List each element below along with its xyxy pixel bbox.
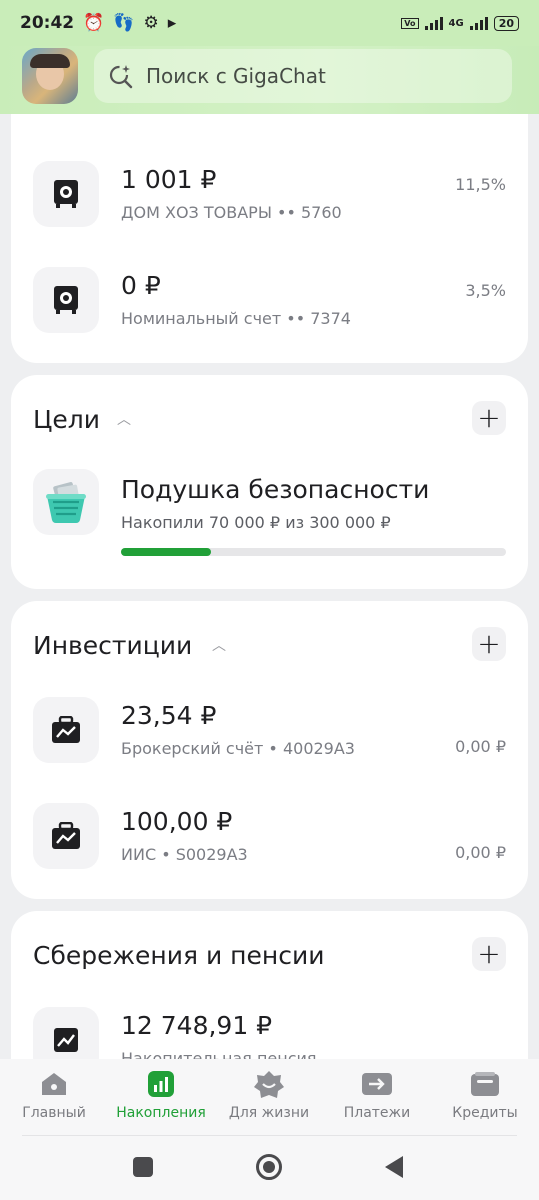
account-rate: 11,5%: [455, 175, 506, 194]
safe-icon: [33, 161, 99, 227]
add-goal-button[interactable]: +: [472, 401, 506, 435]
savings-title[interactable]: Сбережения и пенсии: [33, 941, 325, 970]
divider: [22, 1135, 517, 1136]
account-amount: 1 001 ₽: [121, 165, 217, 194]
savings-content[interactable]: 1 001 ₽ ДОМ ХОЗ ТОВАРЫ •• 5760 11,5% 0 ₽…: [0, 114, 539, 1059]
steps-icon: 👣: [113, 13, 135, 33]
tab-for-life[interactable]: Для жизни: [215, 1069, 323, 1121]
payments-arrow-icon: [360, 1069, 394, 1099]
gigachat-search-icon: [109, 65, 133, 89]
tab-label: Платежи: [343, 1105, 411, 1121]
goals-title[interactable]: Цели: [33, 405, 100, 434]
account-name: ДОМ ХОЗ ТОВАРЫ •• 5760: [121, 203, 342, 222]
tab-payments[interactable]: Платежи: [323, 1069, 431, 1121]
volte-icon: Vo: [401, 17, 419, 29]
system-nav-bar: [0, 1135, 539, 1200]
pension-row[interactable]: 12 748,91 ₽ Накопительная пенсия: [33, 1007, 506, 1059]
safe-icon: [33, 267, 99, 333]
tab-main[interactable]: Главный: [0, 1069, 108, 1121]
account-amount: 0 ₽: [121, 271, 161, 300]
tab-label: Для жизни: [228, 1105, 310, 1121]
tab-label: Накопления: [116, 1105, 206, 1121]
back-button[interactable]: [385, 1156, 403, 1178]
account-name: Номинальный счет •• 7374: [121, 309, 351, 328]
goal-name: Подушка безопасности: [121, 475, 430, 504]
tab-savings[interactable]: Накопления: [107, 1069, 215, 1121]
tab-label: Главный: [22, 1105, 86, 1121]
chart-square-icon: [33, 1007, 99, 1059]
tab-credits[interactable]: Кредиты: [431, 1069, 539, 1121]
investment-change: 0,00 ₽: [455, 737, 506, 756]
alarm-icon: ⏰: [83, 13, 105, 33]
investment-amount: 100,00 ₽: [121, 807, 233, 836]
wallet-icon: [468, 1069, 502, 1099]
investment-amount: 23,54 ₽: [121, 701, 217, 730]
battery-icon: 20: [493, 15, 519, 31]
avatar[interactable]: [22, 48, 78, 104]
investments-title[interactable]: Инвестиции: [33, 631, 192, 660]
briefcase-chart-icon: [33, 803, 99, 869]
home-icon: [37, 1069, 71, 1099]
recents-button[interactable]: [133, 1157, 153, 1177]
search-placeholder: Поиск с GigaChat: [146, 64, 326, 88]
investment-change: 0,00 ₽: [455, 843, 506, 862]
add-savings-button[interactable]: +: [472, 937, 506, 971]
flower-smile-icon: [252, 1069, 286, 1099]
briefcase-chart-icon: [33, 697, 99, 763]
investments-card: Инвестиции ︿ + 23,54 ₽ Брокерский счёт •…: [11, 601, 528, 899]
savings-pensions-card: Сбережения и пенсии + 12 748,91 ₽ Накопи…: [11, 911, 528, 1059]
home-button[interactable]: [256, 1154, 282, 1180]
account-row[interactable]: 1 001 ₽ ДОМ ХОЗ ТОВАРЫ •• 5760 11,5%: [33, 161, 506, 231]
account-row[interactable]: 0 ₽ Номинальный счет •• 7374 3,5%: [33, 267, 506, 337]
header: Поиск с GigaChat: [0, 46, 539, 114]
home-button-dot: [263, 1161, 275, 1173]
pension-name: Накопительная пенсия: [121, 1049, 317, 1059]
play-icon: ▸: [167, 13, 177, 33]
signal-icon: [424, 16, 443, 30]
account-rate: 3,5%: [465, 281, 506, 300]
chevron-up-icon[interactable]: ︿: [117, 409, 131, 429]
goal-row[interactable]: Подушка безопасности Накопили 70 000 ₽ и…: [33, 469, 506, 559]
signal-icon-2: [469, 16, 488, 30]
search-input[interactable]: Поиск с GigaChat: [94, 49, 512, 103]
goal-progress-bar: [121, 548, 506, 556]
pension-amount: 12 748,91 ₽: [121, 1011, 273, 1040]
network-type: 4G: [448, 17, 464, 29]
goals-card: Цели ︿ + Подушка безопасности Накопили 7…: [11, 375, 528, 589]
basket-icon: [33, 469, 99, 535]
chevron-up-icon[interactable]: ︿: [212, 635, 226, 655]
investment-row[interactable]: 23,54 ₽ Брокерский счёт • 40029А3 0,00 ₽: [33, 697, 506, 767]
tab-label: Кредиты: [452, 1105, 518, 1121]
bottom-tab-bar: Главный Накопления Для жизни Платежи Кре…: [0, 1059, 539, 1135]
status-bar: 20:42 ⏰ 👣 ⚙ ▸ Vo 4G 20: [0, 0, 539, 46]
investment-row[interactable]: 100,00 ₽ ИИС • S0029А3 0,00 ₽: [33, 803, 506, 873]
investment-name: Брокерский счёт • 40029А3: [121, 739, 355, 758]
savings-chart-icon: [144, 1069, 178, 1099]
add-investment-button[interactable]: +: [472, 627, 506, 661]
status-time: 20:42: [20, 13, 75, 33]
accounts-card: 1 001 ₽ ДОМ ХОЗ ТОВАРЫ •• 5760 11,5% 0 ₽…: [11, 114, 528, 363]
settings-gear-icon: ⚙: [143, 13, 159, 33]
goal-progress-fill: [121, 548, 211, 556]
investment-name: ИИС • S0029А3: [121, 845, 248, 864]
goal-progress-text: Накопили 70 000 ₽ из 300 000 ₽: [121, 513, 391, 532]
